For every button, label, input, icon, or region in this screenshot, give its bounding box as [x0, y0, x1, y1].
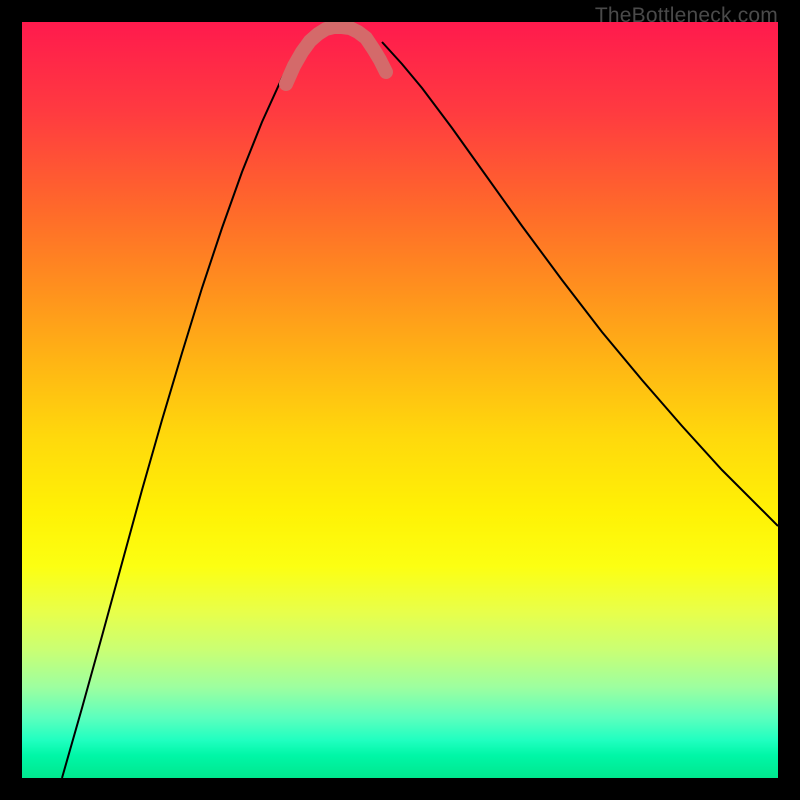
- chart-plot-area: [22, 22, 778, 778]
- series-trough-band: [286, 27, 386, 84]
- series-left-curve: [62, 42, 302, 778]
- series-right-curve: [382, 42, 778, 526]
- chart-svg: [22, 22, 778, 778]
- chart-frame: TheBottleneck.com: [0, 0, 800, 800]
